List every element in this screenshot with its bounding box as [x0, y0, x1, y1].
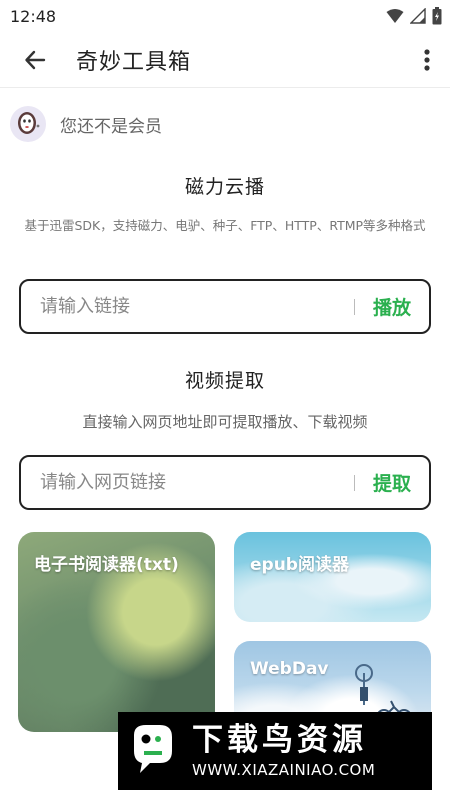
magnet-link-input[interactable] [21, 296, 354, 317]
watermark-banner: 下载鸟资源 WWW.XIAZAINIAO.COM [118, 712, 432, 790]
watermark-text: 下载鸟资源 WWW.XIAZAINIAO.COM [192, 721, 375, 781]
app-bar: 奇妙工具箱 [0, 32, 450, 88]
extract-button[interactable]: 提取 [373, 469, 411, 496]
watermark-url: WWW.XIAZAINIAO.COM [192, 761, 376, 779]
watermark-title: 下载鸟资源 [192, 722, 367, 758]
signal-icon [410, 8, 426, 24]
input-divider [353, 474, 355, 491]
card-label: epub阅读器 [250, 555, 349, 575]
more-options-button[interactable] [404, 32, 450, 88]
member-status-text: 您还不是会员 [60, 116, 162, 137]
page-title: 奇妙工具箱 [76, 49, 192, 75]
avatar-face-icon [18, 112, 40, 134]
status-time: 12:48 [10, 6, 57, 26]
status-icons [386, 7, 442, 25]
epub-reader-card[interactable]: epub阅读器 [234, 532, 431, 622]
bird-logo-icon [134, 725, 172, 773]
arrow-back-icon [25, 50, 46, 69]
webpage-link-input-box: 提取 [19, 455, 431, 510]
magnet-section-description: 基于迅雷SDK，支持磁力、电驴、种子、FTP、HTTP、RTMP等多种格式 [24, 218, 426, 233]
battery-icon [432, 7, 442, 25]
play-button[interactable]: 播放 [373, 293, 411, 320]
input-divider [353, 298, 355, 315]
webpage-link-input[interactable] [21, 472, 354, 493]
back-button[interactable] [0, 32, 70, 88]
more-vert-icon [424, 48, 430, 71]
card-label: WebDav [250, 659, 329, 679]
video-section-description: 直接输入网页地址即可提取播放、下载视频 [82, 413, 368, 431]
watermark-logo [118, 712, 188, 790]
avatar [10, 106, 46, 142]
magnet-link-input-box: 播放 [19, 279, 431, 334]
wifi-icon [386, 9, 404, 23]
member-row[interactable]: 您还不是会员 [10, 104, 162, 144]
magnet-section-title: 磁力云播 [184, 176, 265, 198]
status-bar: 12:48 [0, 0, 450, 32]
card-label: 电子书阅读器(txt) [34, 555, 179, 575]
video-section-title: 视频提取 [184, 370, 265, 392]
ebook-reader-card[interactable]: 电子书阅读器(txt) [18, 532, 215, 732]
